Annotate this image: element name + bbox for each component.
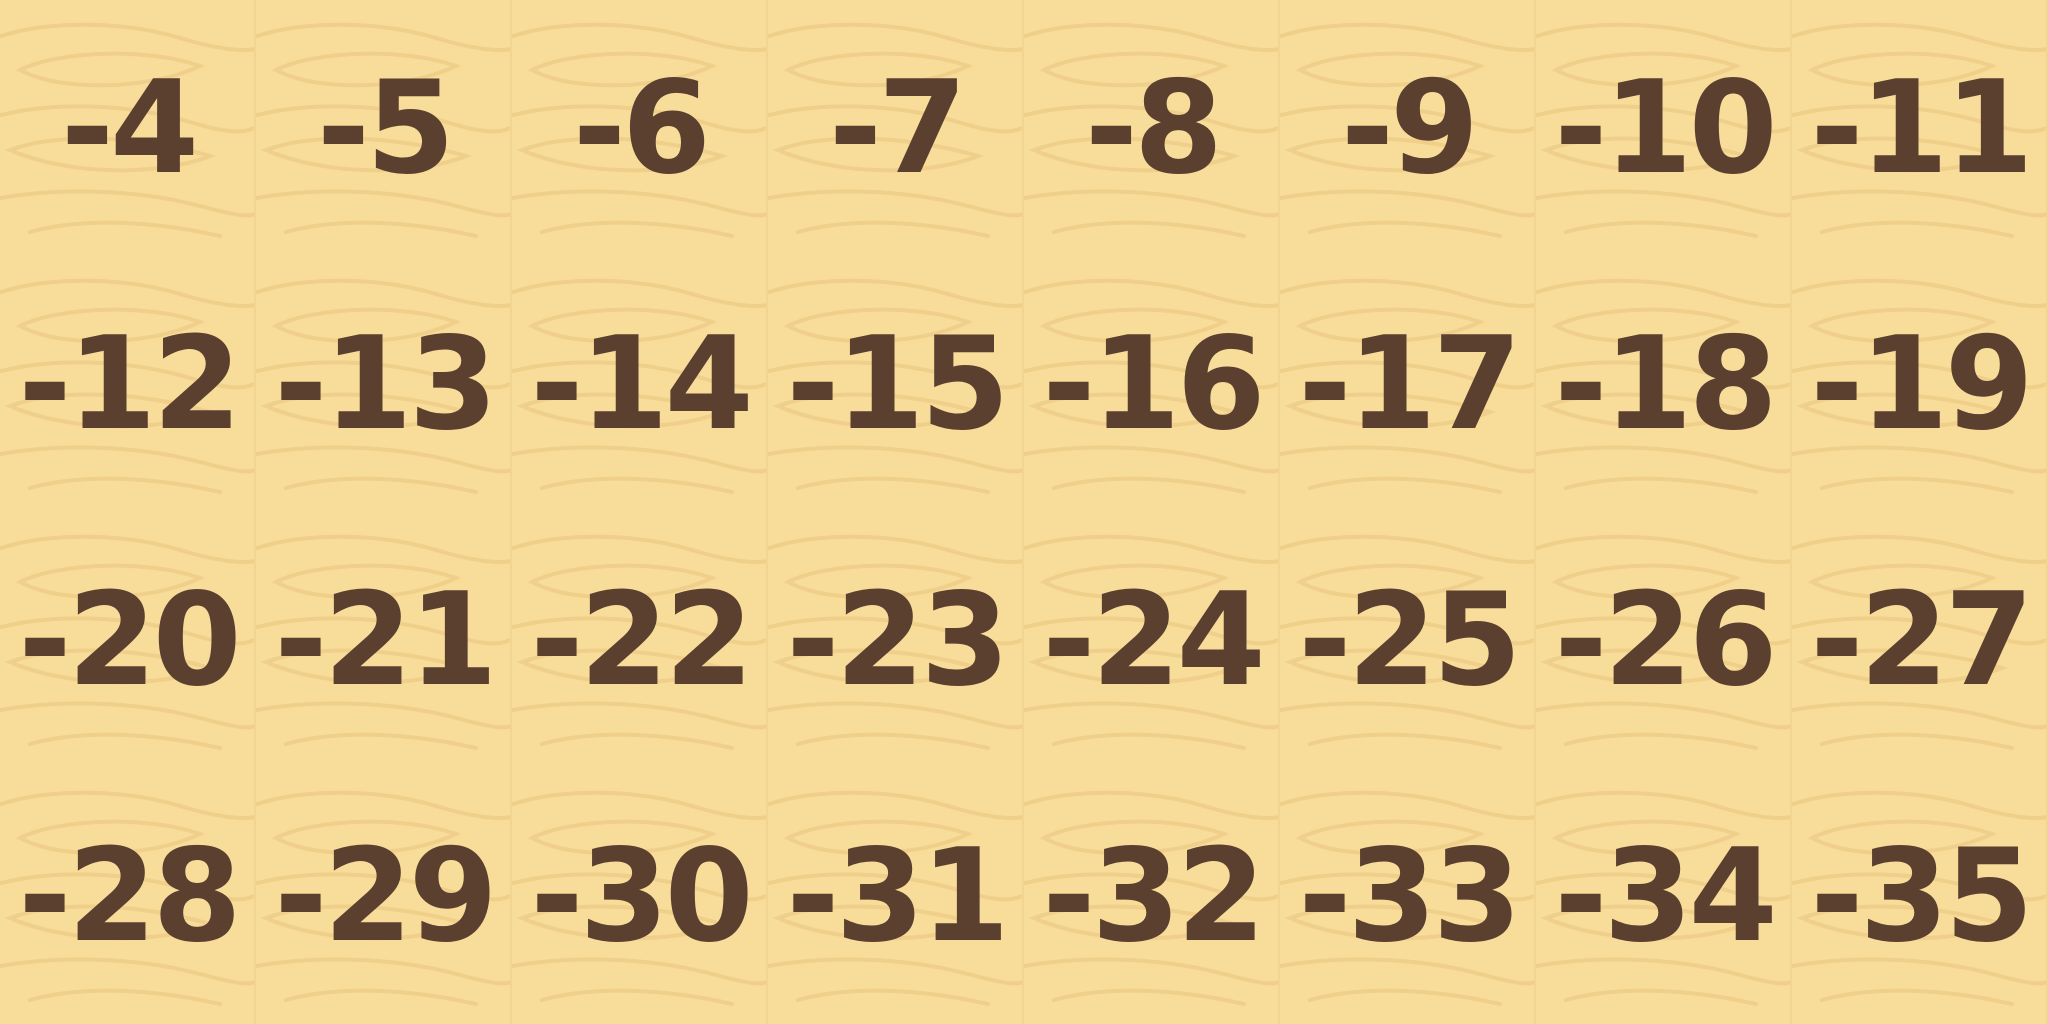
number-tile[interactable]: -8	[1024, 0, 1280, 256]
number-tile[interactable]: -12	[0, 256, 256, 512]
number-tile[interactable]: -4	[0, 0, 256, 256]
number-tile[interactable]: -22	[512, 512, 768, 768]
number-tile[interactable]: -34	[1536, 768, 1792, 1024]
number-tile[interactable]: -25	[1280, 512, 1536, 768]
tile-number-label: -28	[18, 821, 241, 971]
number-tile[interactable]: -16	[1024, 256, 1280, 512]
number-tile[interactable]: -33	[1280, 768, 1536, 1024]
tile-number-label: -15	[786, 309, 1009, 459]
number-tile[interactable]: -18	[1536, 256, 1792, 512]
number-tile[interactable]: -27	[1792, 512, 2048, 768]
tile-number-label: -26	[1554, 565, 1777, 715]
tile-number-label: -5	[316, 53, 455, 203]
tile-number-label: -4	[60, 53, 199, 203]
number-tile[interactable]: -20	[0, 512, 256, 768]
tile-number-label: -12	[18, 309, 241, 459]
tile-number-label: -30	[530, 821, 753, 971]
number-tile[interactable]: -35	[1792, 768, 2048, 1024]
tile-number-label: -33	[1298, 821, 1521, 971]
number-tile[interactable]: -23	[768, 512, 1024, 768]
tile-number-label: -8	[1084, 53, 1223, 203]
tile-number-label: -16	[1042, 309, 1265, 459]
number-tile[interactable]: -24	[1024, 512, 1280, 768]
tile-number-label: -35	[1810, 821, 2033, 971]
tile-number-label: -6	[572, 53, 711, 203]
tile-number-label: -25	[1298, 565, 1521, 715]
number-tile-board: -4 -5 -6 -7 -8 -9 -10 -11 -12 -13 -14 -15 -16 -17 -18-…	[0, 0, 2048, 1024]
number-tile[interactable]: -17	[1280, 256, 1536, 512]
number-tile[interactable]: -10	[1536, 0, 1792, 256]
number-tile[interactable]: -13	[256, 256, 512, 512]
number-tile[interactable]: -28	[0, 768, 256, 1024]
number-tile[interactable]: -11	[1792, 0, 2048, 256]
tile-number-label: -31	[786, 821, 1009, 971]
number-tile[interactable]: -21	[256, 512, 512, 768]
tile-number-label: -22	[530, 565, 753, 715]
number-tile[interactable]: -26	[1536, 512, 1792, 768]
number-tile[interactable]: -7	[768, 0, 1024, 256]
tile-number-label: -17	[1298, 309, 1521, 459]
tile-number-label: -34	[1554, 821, 1777, 971]
number-tile[interactable]: -14	[512, 256, 768, 512]
tile-number-label: -10	[1554, 53, 1777, 203]
tile-number-label: -21	[274, 565, 497, 715]
number-tile[interactable]: -6	[512, 0, 768, 256]
tile-number-label: -20	[18, 565, 241, 715]
number-tile[interactable]: -29	[256, 768, 512, 1024]
tile-number-label: -9	[1340, 53, 1479, 203]
tile-number-label: -11	[1810, 53, 2033, 203]
number-tile[interactable]: -19	[1792, 256, 2048, 512]
tile-number-label: -14	[530, 309, 753, 459]
number-tile[interactable]: -31	[768, 768, 1024, 1024]
tile-number-label: -29	[274, 821, 497, 971]
tile-number-label: -18	[1554, 309, 1777, 459]
number-tile[interactable]: -9	[1280, 0, 1536, 256]
number-tile[interactable]: -15	[768, 256, 1024, 512]
tile-number-label: -19	[1810, 309, 2033, 459]
number-tile[interactable]: -32	[1024, 768, 1280, 1024]
tile-number-label: -27	[1810, 565, 2033, 715]
number-tile[interactable]: -30	[512, 768, 768, 1024]
tile-number-label: -13	[274, 309, 497, 459]
tile-number-label: -24	[1042, 565, 1265, 715]
number-tile[interactable]: -5	[256, 0, 512, 256]
tile-number-label: -23	[786, 565, 1009, 715]
tile-number-label: -32	[1042, 821, 1265, 971]
tile-number-label: -7	[828, 53, 967, 203]
